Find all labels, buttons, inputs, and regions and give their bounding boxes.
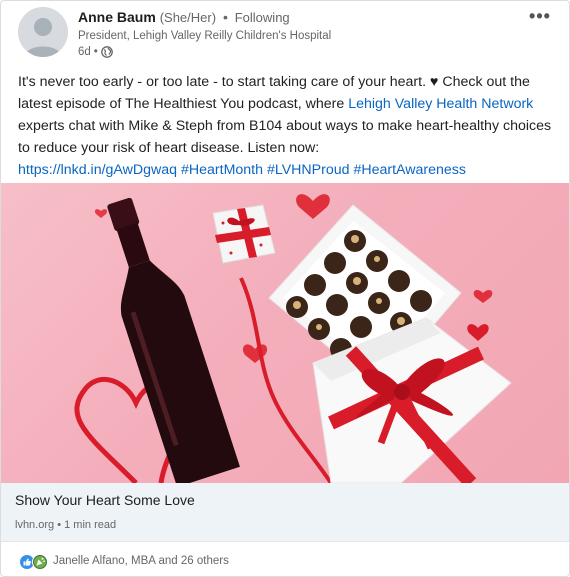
separator-dot: • <box>57 519 62 531</box>
preview-source: lvhn.org <box>15 519 55 531</box>
mention-link[interactable]: Lehigh Valley Health Network <box>348 96 533 112</box>
separator-dot: • <box>222 9 228 25</box>
post-meta: 6d • <box>78 46 113 58</box>
post-image[interactable] <box>1 183 569 483</box>
link-preview[interactable]: Show Your Heart Some Love lvhn.org • 1 m… <box>1 483 569 541</box>
post-text: It's never too early - or too late - to … <box>18 71 558 181</box>
preview-meta: lvhn.org • 1 min read <box>15 519 116 531</box>
author-name[interactable]: Anne Baum <box>78 9 156 25</box>
reactions-bar: Janelle Alfano, MBA and 26 others <box>1 541 569 576</box>
author-line: Anne Baum (She/Her) • Following <box>78 9 290 25</box>
post-text-part: experts chat with Mike & Steph from B104… <box>18 118 552 156</box>
hashtag-link[interactable]: #LVHNProud <box>267 162 350 178</box>
reaction-count-text[interactable]: Janelle Alfano, MBA and 26 others <box>53 555 229 567</box>
wine-and-chocolates-illustration <box>74 194 512 483</box>
feed-post-card: Anne Baum (She/Her) • Following Presiden… <box>0 0 570 577</box>
globe-icon <box>100 46 113 58</box>
more-options-icon[interactable]: ••• <box>527 7 553 27</box>
author-avatar[interactable] <box>18 7 68 57</box>
post-text-part: It's never too early - or too late - to … <box>18 74 430 90</box>
hashtag-link[interactable]: #HeartAwareness <box>353 162 466 178</box>
preview-read-time: 1 min read <box>64 519 117 531</box>
person-silhouette-icon <box>18 7 68 57</box>
author-pronouns: (She/Her) <box>159 10 217 25</box>
author-headline: President, Lehigh Valley Reilly Children… <box>78 30 332 42</box>
hashtag-link[interactable]: #HeartMonth <box>181 162 263 178</box>
post-header: Anne Baum (She/Her) • Following Presiden… <box>1 1 569 69</box>
post-time: 6d <box>78 46 91 58</box>
celebrate-reaction-icon <box>32 554 48 570</box>
post-url-link[interactable]: https://lnkd.in/gAwDgwaq <box>18 162 177 178</box>
reaction-icons[interactable] <box>19 554 51 570</box>
preview-title[interactable]: Show Your Heart Some Love <box>15 492 195 508</box>
separator-dot: • <box>93 46 98 58</box>
follow-status: Following <box>234 10 290 25</box>
